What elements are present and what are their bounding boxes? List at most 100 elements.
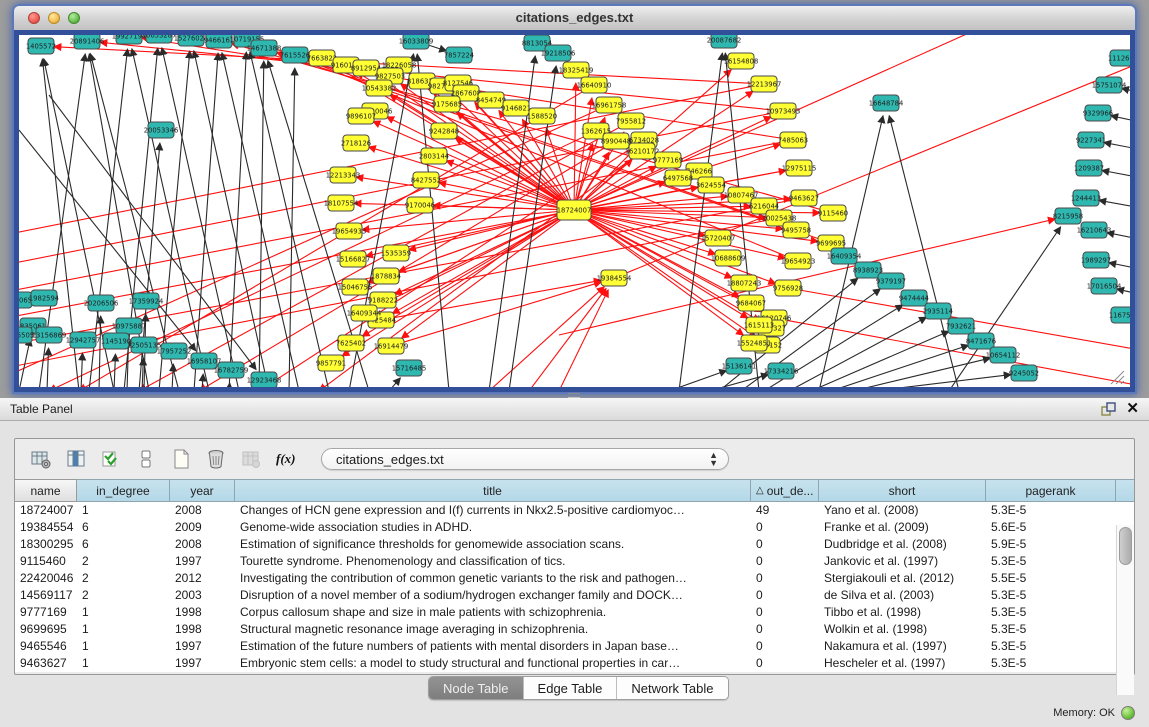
table-cell[interactable]: 22420046: [15, 570, 77, 587]
network-node-selected[interactable]: 8427552: [411, 172, 441, 188]
network-node[interactable]: 20087682: [707, 35, 742, 48]
network-node-selected[interactable]: 9175685: [432, 96, 462, 112]
table-cell[interactable]: Estimation of significance thresholds fo…: [235, 536, 751, 553]
network-node-selected[interactable]: 9463627: [789, 190, 819, 206]
table-cell[interactable]: 0: [751, 570, 819, 587]
network-edge-selected[interactable]: [581, 166, 656, 206]
network-edge[interactable]: [389, 378, 400, 387]
network-graph[interactable]: 1872400776638229160124891295418226058982…: [19, 35, 1130, 387]
table-cell[interactable]: 0: [751, 655, 819, 672]
network-edge[interactable]: [162, 48, 239, 387]
network-canvas[interactable]: 1872400776638229160124891295418226058982…: [14, 30, 1135, 392]
table-cell[interactable]: 18300295: [15, 536, 77, 553]
table-cell[interactable]: 5.3E-5: [986, 621, 1116, 638]
table-cell[interactable]: 0: [751, 519, 819, 536]
function-builder-icon[interactable]: f(x): [274, 447, 298, 471]
table-cell[interactable]: 1: [77, 638, 170, 655]
network-node[interactable]: 20206506: [84, 295, 119, 311]
table-cell[interactable]: Disruption of a novel member of a sodium…: [235, 587, 751, 604]
memory-ok-icon[interactable]: [1121, 706, 1135, 720]
network-edge[interactable]: [853, 358, 990, 387]
table-cell[interactable]: Corpus callosum shape and size in male p…: [235, 604, 751, 621]
network-node-selected[interactable]: 16914479: [374, 338, 409, 354]
delete-table-icon[interactable]: [204, 447, 228, 471]
network-node[interactable]: 16782759: [214, 362, 249, 378]
network-node-selected[interactable]: 10543382: [362, 80, 397, 96]
table-cell[interactable]: Jankovic et al. (1997): [819, 553, 986, 570]
table-cell[interactable]: Franke et al. (2009): [819, 519, 986, 536]
network-node[interactable]: 17016504: [1087, 278, 1122, 294]
network-edge[interactable]: [81, 353, 82, 387]
table-cell[interactable]: 14569117: [15, 587, 77, 604]
table-row[interactable]: 969969511998Structural magnetic resonanc…: [15, 621, 1134, 638]
network-window-titlebar[interactable]: citations_edges.txt: [14, 6, 1135, 31]
network-edge[interactable]: [289, 68, 295, 387]
network-node-selected[interactable]: 1878834: [371, 268, 401, 284]
table-cell[interactable]: Structural magnetic resonance image aver…: [235, 621, 751, 638]
network-edge[interactable]: [202, 374, 203, 387]
table-settings-icon[interactable]: [29, 447, 53, 471]
network-node-selected[interactable]: 15166827: [336, 251, 371, 267]
table-cell[interactable]: Dudbridge et al. (2008): [819, 536, 986, 553]
network-node-selected[interactable]: 9756928: [773, 280, 803, 296]
network-node[interactable]: 7932621: [946, 318, 976, 334]
network-node[interactable]: 16033809: [399, 35, 434, 49]
table-cell[interactable]: Estimation of the future numbers of pati…: [235, 638, 751, 655]
network-node-selected[interactable]: 2803144: [419, 148, 449, 164]
network-node-selected[interactable]: 19654933: [332, 223, 367, 239]
network-node-selected[interactable]: 15046756: [338, 279, 373, 295]
table-cell[interactable]: 19384554: [15, 519, 77, 536]
network-edge[interactable]: [194, 53, 218, 387]
network-node-selected[interactable]: 9170046: [405, 197, 435, 213]
table-cell[interactable]: 1997: [170, 553, 235, 570]
network-edge[interactable]: [789, 317, 927, 387]
table-cell[interactable]: 2009: [170, 519, 235, 536]
network-node-selected[interactable]: 9242848: [429, 123, 459, 139]
table-cell[interactable]: 1998: [170, 604, 235, 621]
network-edge-selected[interactable]: [259, 144, 637, 387]
table-cell[interactable]: 2: [77, 587, 170, 604]
network-edge[interactable]: [1102, 170, 1130, 183]
network-node-selected[interactable]: 1615113: [744, 317, 774, 333]
table-cell[interactable]: 9115460: [15, 553, 77, 570]
tab-edge-table[interactable]: Edge Table: [524, 677, 618, 699]
tab-node-table[interactable]: Node Table: [429, 677, 524, 699]
network-edge[interactable]: [1099, 200, 1130, 213]
network-node[interactable]: 1112604: [1108, 50, 1130, 66]
network-node[interactable]: 1982594: [29, 290, 59, 306]
network-node-selected[interactable]: 10973493: [766, 103, 801, 119]
network-node[interactable]: 17359924: [129, 293, 164, 309]
column-header-title[interactable]: title: [235, 479, 751, 502]
network-node-selected[interactable]: 12213343: [326, 167, 361, 183]
table-cell[interactable]: 0: [751, 587, 819, 604]
table-cell[interactable]: 1997: [170, 655, 235, 672]
table-cell[interactable]: 1: [77, 655, 170, 672]
network-node[interactable]: 15751074: [1092, 77, 1127, 93]
table-row[interactable]: 1938455462009Genome-wide association stu…: [15, 519, 1134, 536]
close-panel-icon[interactable]: ✕: [1126, 400, 1139, 418]
network-node[interactable]: 16409354: [827, 248, 862, 264]
table-cell[interactable]: 5.3E-5: [986, 655, 1116, 672]
import-table-icon[interactable]: [239, 447, 263, 471]
table-cell[interactable]: 2008: [170, 502, 235, 519]
network-edge[interactable]: [47, 348, 49, 387]
table-scrollbar[interactable]: [1116, 525, 1134, 695]
table-cell[interactable]: Investigating the contribution of common…: [235, 570, 751, 587]
network-node-selected[interactable]: 18107554: [324, 195, 359, 211]
table-cell[interactable]: 0: [751, 621, 819, 638]
network-node[interactable]: 9245052: [1009, 365, 1039, 381]
table-cell[interactable]: 6: [77, 536, 170, 553]
network-node[interactable]: 7615526: [280, 47, 310, 63]
network-edge[interactable]: [1107, 233, 1130, 245]
table-selector-dropdown[interactable]: citations_edges.txt ▲▼: [321, 448, 729, 470]
table-cell[interactable]: 5.9E-5: [986, 536, 1116, 553]
network-node[interactable]: 15136141: [722, 358, 757, 374]
network-node-selected[interactable]: 9857791: [316, 355, 346, 371]
column-header-year[interactable]: year: [170, 479, 235, 502]
network-node[interactable]: 14671388: [247, 40, 282, 56]
network-node[interactable]: 17334216: [764, 363, 799, 379]
network-node-selected[interactable]: 16154808: [724, 53, 759, 69]
network-node-selected[interactable]: 1535359: [381, 245, 411, 261]
network-edge[interactable]: [669, 370, 727, 387]
network-node[interactable]: 1405572: [26, 38, 56, 54]
